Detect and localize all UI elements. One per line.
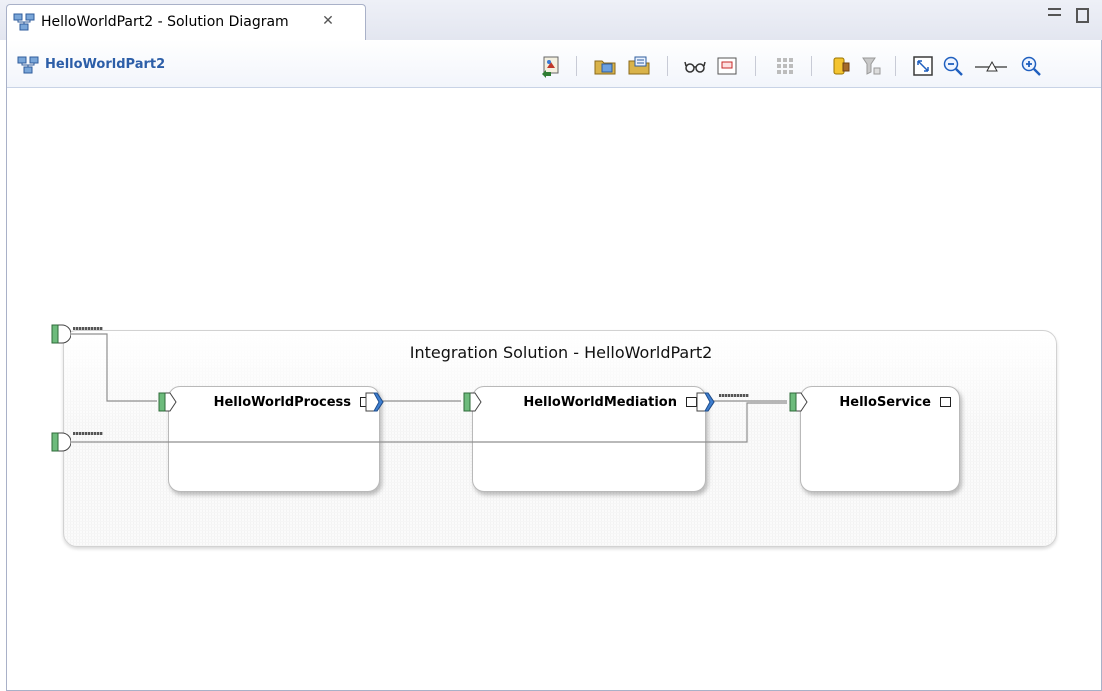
zoom-in-icon[interactable] bbox=[1019, 54, 1043, 78]
toolbar-separator bbox=[755, 56, 756, 76]
open-file-icon[interactable] bbox=[627, 54, 651, 78]
export-label bbox=[73, 432, 103, 435]
export-image-icon[interactable] bbox=[539, 54, 563, 78]
toolbar-separator bbox=[811, 56, 812, 76]
diagram-title: HelloWorldPart2 bbox=[45, 57, 166, 72]
diagram-header: HelloWorldPart2 bbox=[7, 40, 1101, 88]
grid-icon[interactable] bbox=[773, 54, 797, 78]
reference-icon[interactable] bbox=[696, 392, 716, 412]
diagram-wires bbox=[69, 333, 787, 443]
open-folder-icon[interactable] bbox=[593, 54, 617, 78]
solution-diagram-editor: HelloWorldPart2 Integration Solution - H… bbox=[6, 40, 1102, 691]
export-interface-icon[interactable] bbox=[51, 432, 71, 452]
editor-tab[interactable]: HelloWorldPart2 - Solution Diagram ✕ bbox=[6, 4, 366, 40]
zoom-out-icon[interactable] bbox=[941, 54, 965, 78]
interface-icon[interactable] bbox=[158, 392, 178, 412]
export-interface-icon[interactable] bbox=[51, 324, 71, 344]
minimize-icon[interactable] bbox=[1048, 8, 1061, 16]
export-label bbox=[73, 327, 103, 330]
filter-icon[interactable] bbox=[859, 54, 883, 78]
diagram-canvas[interactable]: Integration Solution - HelloWorldPart2 H… bbox=[7, 89, 1101, 690]
close-icon[interactable]: ✕ bbox=[319, 12, 337, 30]
zoom-slider-icon[interactable] bbox=[973, 54, 1009, 78]
interface-icon[interactable] bbox=[463, 392, 483, 412]
interface-icon[interactable] bbox=[789, 392, 809, 412]
reference-icon[interactable] bbox=[365, 392, 385, 412]
toolbar-separator bbox=[895, 56, 896, 76]
maximize-icon[interactable] bbox=[1076, 8, 1089, 23]
solution-diagram-icon bbox=[13, 13, 35, 31]
reference-label bbox=[719, 394, 749, 397]
frame-icon[interactable] bbox=[715, 54, 739, 78]
fit-to-window-icon[interactable] bbox=[911, 54, 935, 78]
tab-title: HelloWorldPart2 - Solution Diagram bbox=[41, 14, 289, 30]
editor-tab-strip: HelloWorldPart2 - Solution Diagram ✕ bbox=[0, 0, 1102, 40]
glasses-icon[interactable] bbox=[683, 54, 707, 78]
toolbar-separator bbox=[667, 56, 668, 76]
highlight-icon[interactable] bbox=[829, 54, 853, 78]
wire-export1-to-process bbox=[69, 333, 157, 402]
solution-diagram-icon bbox=[17, 56, 39, 74]
toolbar-separator bbox=[576, 56, 577, 76]
